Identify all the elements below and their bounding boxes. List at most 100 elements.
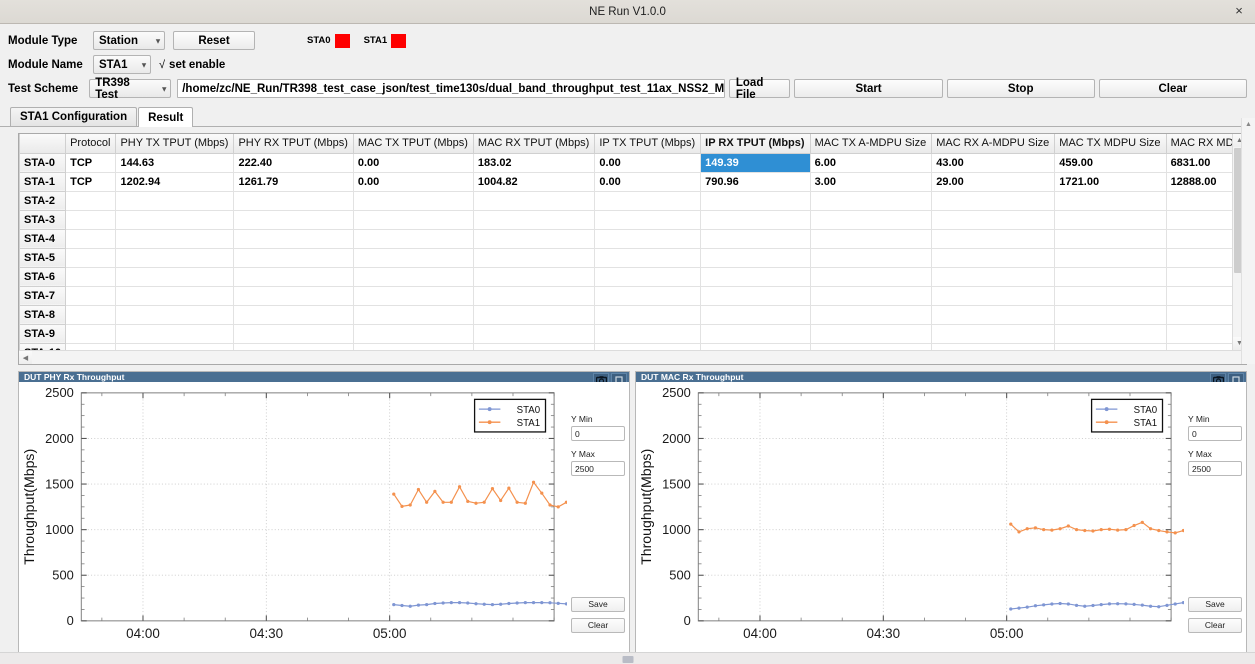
start-button[interactable]: Start [794, 79, 942, 98]
column-header-ip-tx-tput-mbps[interactable]: IP TX TPUT (Mbps) [595, 134, 701, 153]
chart-0-ymin-input[interactable]: 0 [571, 426, 625, 441]
tab-result[interactable]: Result [138, 107, 193, 127]
test-scheme-select[interactable]: TR398 Test ▾ [89, 79, 171, 98]
column-header-mac-tx-a-mdpu-size[interactable]: MAC TX A-MDPU Size [810, 134, 932, 153]
table-cell[interactable] [116, 229, 234, 248]
table-cell[interactable] [595, 286, 701, 305]
row-header-sta-1[interactable]: STA-1 [20, 172, 66, 191]
table-row[interactable]: STA-0TCP144.63222.400.00183.020.00149.39… [20, 153, 1247, 172]
table-cell[interactable] [234, 229, 353, 248]
row-header-sta-3[interactable]: STA-3 [20, 210, 66, 229]
table-cell[interactable] [66, 267, 116, 286]
table-cell[interactable] [234, 191, 353, 210]
table-row[interactable]: STA-6 [20, 267, 1247, 286]
table-cell[interactable]: 1004.82 [473, 172, 594, 191]
table-cell[interactable] [1055, 343, 1166, 350]
table-cell[interactable] [701, 286, 810, 305]
table-cell[interactable] [353, 324, 473, 343]
row-header-sta-8[interactable]: STA-8 [20, 305, 66, 324]
table-cell[interactable] [1055, 305, 1166, 324]
table-row[interactable]: STA-7 [20, 286, 1247, 305]
table-cell[interactable]: 43.00 [932, 153, 1055, 172]
table-cell[interactable] [810, 324, 932, 343]
table-cell[interactable] [116, 286, 234, 305]
table-cell[interactable] [810, 286, 932, 305]
table-cell[interactable]: 0.00 [353, 172, 473, 191]
table-cell[interactable] [353, 267, 473, 286]
outer-scroll-up-icon[interactable]: ▲ [1242, 118, 1255, 131]
table-cell[interactable]: 1721.00 [1055, 172, 1166, 191]
table-cell[interactable] [595, 305, 701, 324]
table-cell[interactable] [353, 343, 473, 350]
scroll-left-icon[interactable]: ◀ [19, 351, 32, 364]
table-cell[interactable] [116, 191, 234, 210]
resize-grip-icon[interactable] [622, 656, 633, 663]
table-cell[interactable]: TCP [66, 153, 116, 172]
column-header-mac-rx-a-mdpu-size[interactable]: MAC RX A-MDPU Size [932, 134, 1055, 153]
row-header-sta-4[interactable]: STA-4 [20, 229, 66, 248]
chart-0-ymax-input[interactable]: 2500 [571, 461, 625, 476]
table-cell[interactable] [1055, 286, 1166, 305]
chart-0-clear-button[interactable]: Clear [571, 618, 625, 633]
table-cell[interactable] [932, 343, 1055, 350]
horizontal-scroll-track[interactable] [32, 351, 1246, 364]
table-cell[interactable]: 790.96 [701, 172, 810, 191]
table-cell[interactable] [810, 248, 932, 267]
table-cell[interactable] [932, 267, 1055, 286]
table-cell[interactable]: 222.40 [234, 153, 353, 172]
table-cell[interactable] [701, 324, 810, 343]
table-horizontal-scrollbar[interactable]: ◀ [19, 350, 1246, 364]
table-cell[interactable] [116, 305, 234, 324]
table-cell[interactable] [473, 229, 594, 248]
stop-button[interactable]: Stop [947, 79, 1095, 98]
table-cell[interactable]: 1202.94 [116, 172, 234, 191]
table-cell[interactable] [234, 267, 353, 286]
table-cell[interactable] [932, 191, 1055, 210]
table-cell[interactable] [116, 343, 234, 350]
column-header-mac-tx-tput-mbps[interactable]: MAC TX TPUT (Mbps) [353, 134, 473, 153]
table-cell[interactable] [932, 210, 1055, 229]
test-scheme-path-input[interactable]: /home/zc/NE_Run/TR398_test_case_json/tes… [177, 79, 725, 98]
table-cell[interactable] [701, 191, 810, 210]
row-header-sta-5[interactable]: STA-5 [20, 248, 66, 267]
table-cell[interactable] [116, 248, 234, 267]
table-cell[interactable] [701, 210, 810, 229]
clear-button[interactable]: Clear [1099, 79, 1247, 98]
column-header-protocol[interactable]: Protocol [66, 134, 116, 153]
table-cell[interactable] [234, 210, 353, 229]
table-cell[interactable] [66, 305, 116, 324]
table-row[interactable]: STA-3 [20, 210, 1247, 229]
table-cell[interactable] [810, 267, 932, 286]
table-cell[interactable]: 0.00 [595, 153, 701, 172]
chart-1-clear-button[interactable]: Clear [1188, 618, 1242, 633]
table-cell[interactable] [473, 324, 594, 343]
chart-1-ymax-input[interactable]: 2500 [1188, 461, 1242, 476]
table-cell[interactable]: 0.00 [595, 172, 701, 191]
table-cell[interactable]: 1261.79 [234, 172, 353, 191]
table-cell[interactable] [595, 248, 701, 267]
table-cell[interactable] [1055, 191, 1166, 210]
table-cell[interactable] [932, 305, 1055, 324]
table-cell[interactable] [473, 343, 594, 350]
table-cell[interactable] [1055, 267, 1166, 286]
table-cell[interactable] [473, 305, 594, 324]
table-row[interactable]: STA-1TCP1202.941261.790.001004.820.00790… [20, 172, 1247, 191]
table-cell[interactable] [66, 191, 116, 210]
table-row[interactable]: STA-4 [20, 229, 1247, 248]
table-cell[interactable] [473, 286, 594, 305]
table-cell[interactable] [595, 267, 701, 286]
table-cell[interactable] [932, 248, 1055, 267]
table-cell[interactable] [1055, 229, 1166, 248]
column-header-phy-rx-tput-mbps[interactable]: PHY RX TPUT (Mbps) [234, 134, 353, 153]
tab-sta1-configuration[interactable]: STA1 Configuration [10, 107, 137, 126]
set-enable-checkbox[interactable]: √ set enable [159, 59, 225, 71]
reset-button[interactable]: Reset [173, 31, 255, 50]
close-icon[interactable]: × [1231, 3, 1247, 19]
table-cell[interactable] [810, 229, 932, 248]
chart-1-save-button[interactable]: Save [1188, 597, 1242, 612]
table-row[interactable]: STA-5 [20, 248, 1247, 267]
table-cell[interactable] [116, 267, 234, 286]
table-cell[interactable] [473, 267, 594, 286]
table-cell[interactable] [116, 210, 234, 229]
column-header-row-label[interactable] [20, 134, 66, 153]
